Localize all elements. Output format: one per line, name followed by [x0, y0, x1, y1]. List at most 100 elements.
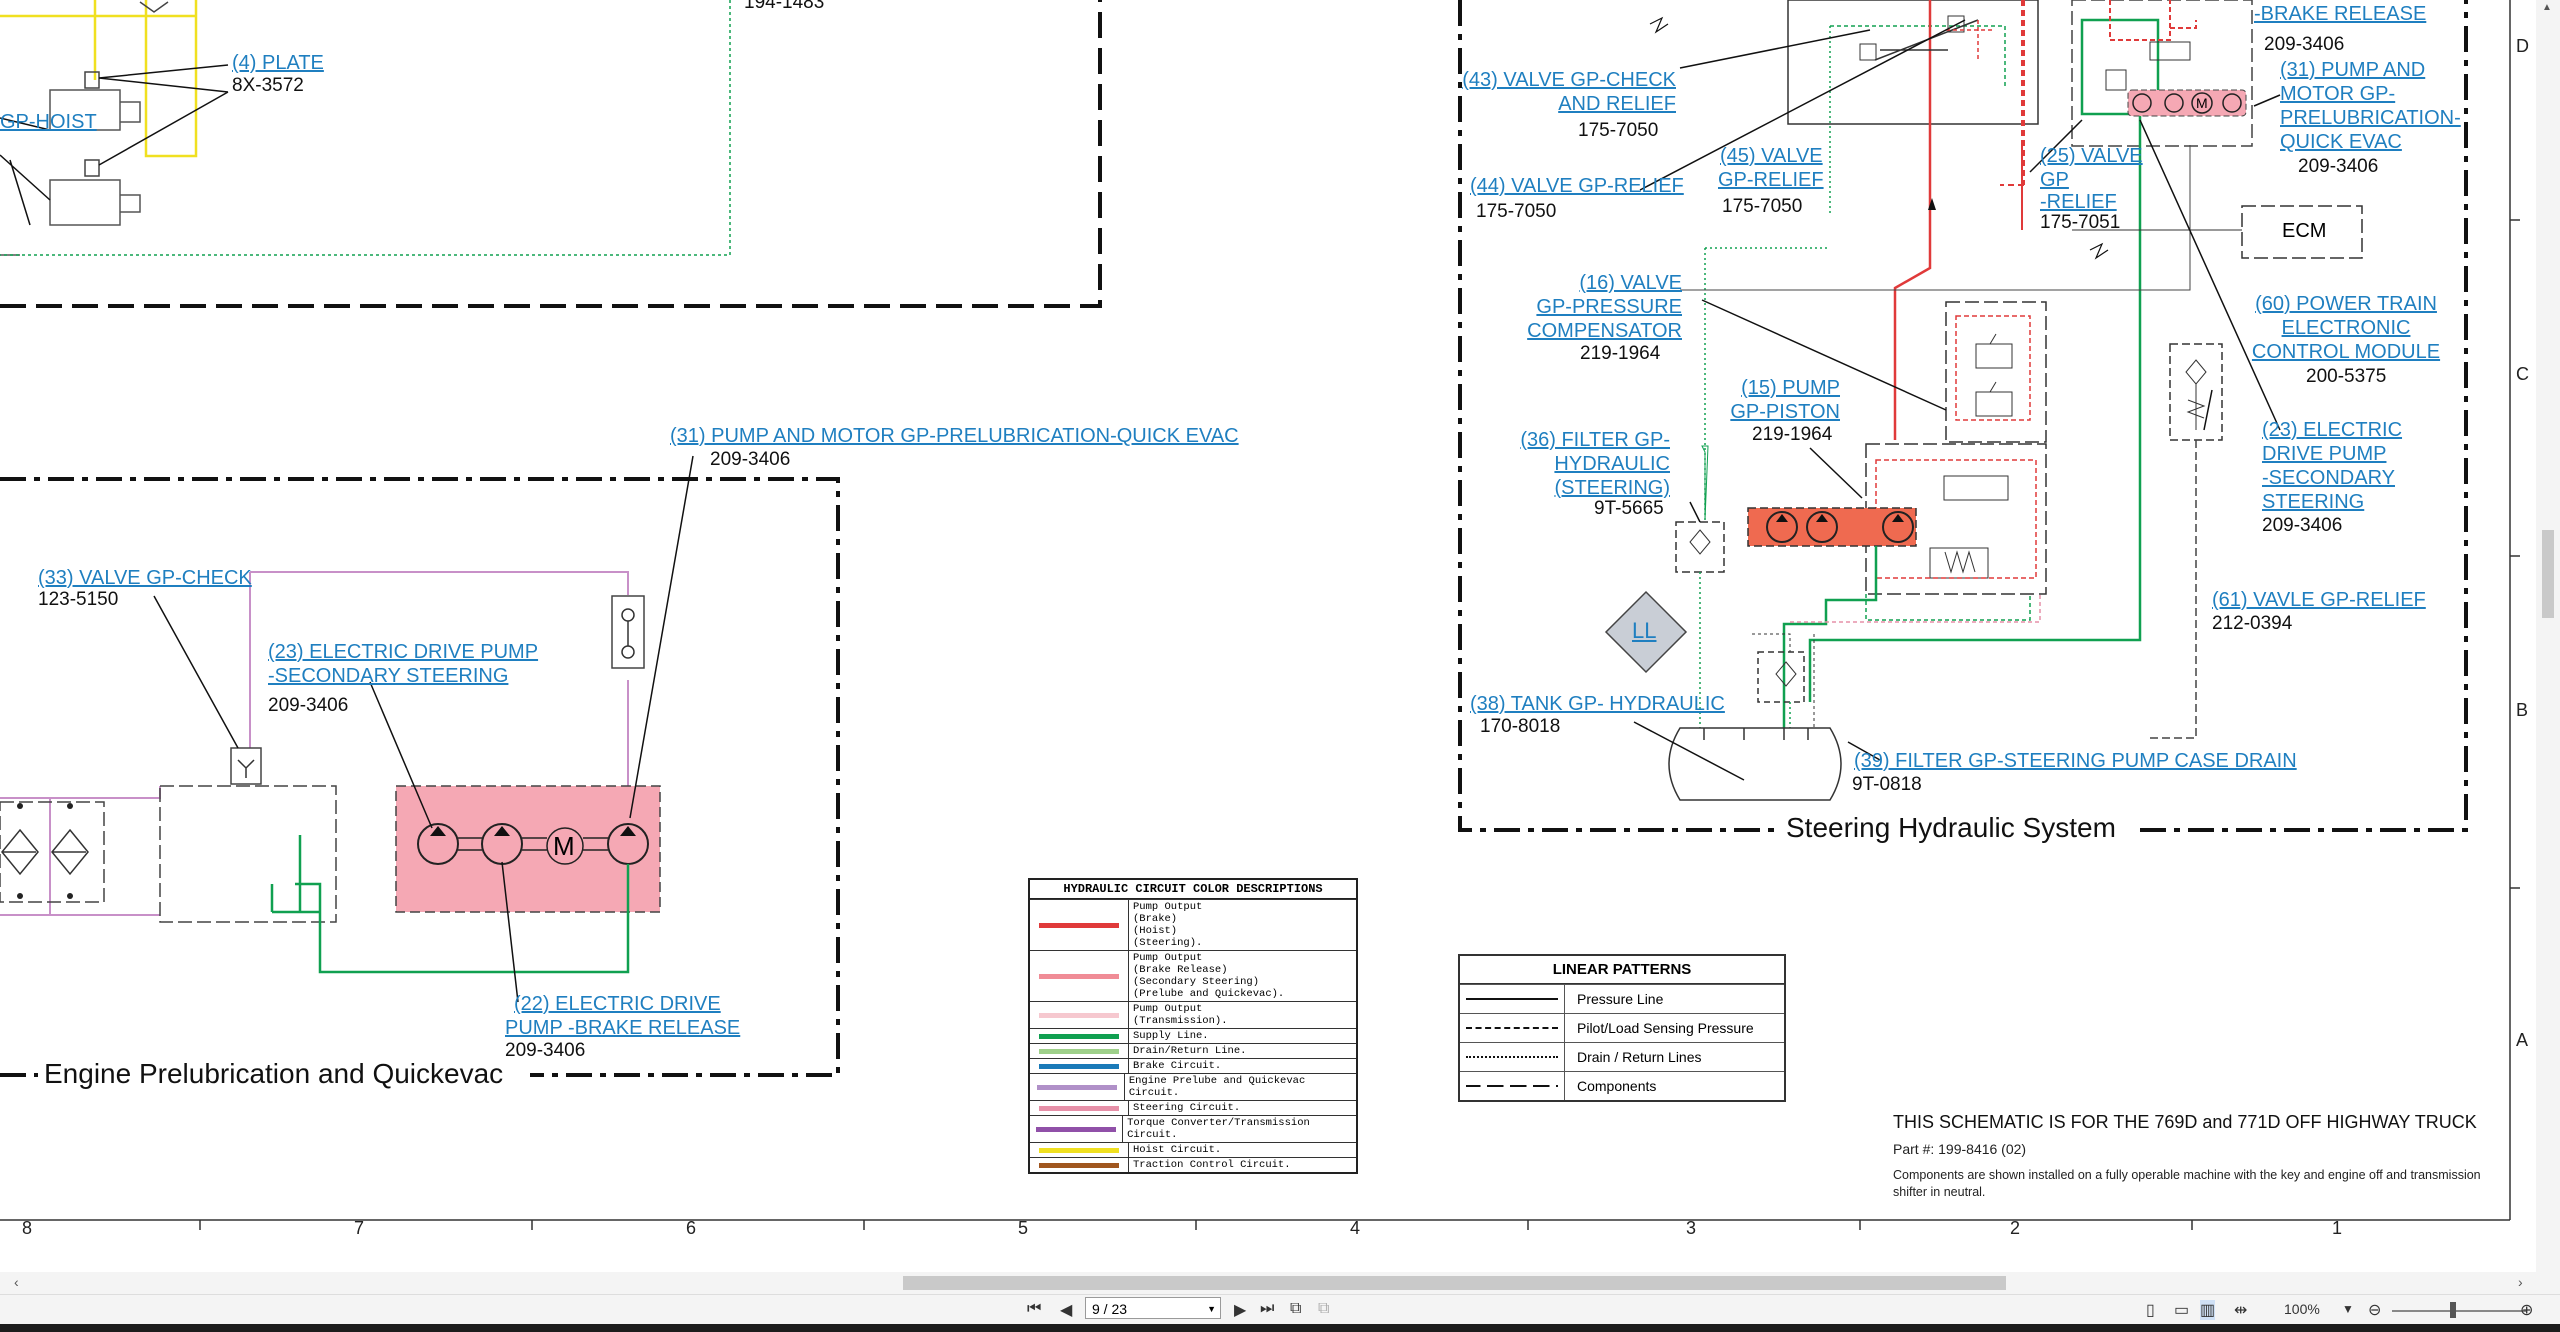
valve-relief-25-link-3[interactable]: -RELIEF — [2040, 190, 2117, 214]
valve-relief-45-link[interactable]: (45) VALVE — [1720, 144, 1823, 168]
zoom-in-icon[interactable]: ⊕ — [2520, 1300, 2533, 1320]
continuous-view-icon[interactable]: ▭ — [2174, 1300, 2189, 1320]
valve-relief-61-link[interactable]: (61) VAVLE GP-RELIEF — [2212, 588, 2426, 612]
edp-secondary-23r-link-4[interactable]: STEERING — [2262, 490, 2364, 514]
color-legend-text: Steering Circuit. — [1133, 1102, 1241, 1114]
edp-secondary-23r-link-2[interactable]: DRIVE PUMP — [2262, 442, 2386, 466]
page-dropdown-icon[interactable]: ▼ — [1207, 1298, 1216, 1320]
pump-piston-15-link-2[interactable]: GP-PISTON — [1700, 400, 1840, 424]
plate-link[interactable]: (4) PLATE — [232, 51, 324, 75]
color-swatch — [1030, 1074, 1125, 1100]
pump-motor-31r-link-3[interactable]: PRELUBRICATION- — [2280, 106, 2461, 130]
edp-secondary-23-pn: 209-3406 — [268, 695, 349, 716]
color-legend-text: Pump Output (Transmission). — [1133, 1003, 1228, 1027]
brake-release-link[interactable]: -BRAKE RELEASE — [2254, 2, 2426, 26]
color-legend-title: HYDRAULIC CIRCUIT COLOR DESCRIPTIONS — [1030, 880, 1356, 899]
valve-relief-25-link-2[interactable]: GP — [2040, 168, 2069, 192]
tank-38-link[interactable]: (38) TANK GP- HYDRAULIC — [1470, 692, 1725, 716]
color-swatch — [1030, 1116, 1124, 1142]
color-legend-row: Hoist Circuit. — [1030, 1142, 1356, 1157]
edp-brake-22-link[interactable]: (22) ELECTRIC DRIVE — [514, 992, 721, 1016]
prev-page-icon[interactable]: ◀ — [1060, 1300, 1072, 1320]
edp-secondary-23r-link-3[interactable]: -SECONDARY — [2262, 466, 2395, 490]
ptecm-60-link[interactable]: (60) POWER TRAIN — [2246, 292, 2446, 316]
valve-relief-45-pn: 175-7050 — [1722, 196, 1803, 217]
edp-secondary-23-link[interactable]: (23) ELECTRIC DRIVE PUMP — [268, 640, 538, 664]
edp-brake-22-link-2[interactable]: PUMP -BRAKE RELEASE — [505, 1016, 740, 1040]
taskbar-strip — [0, 1324, 2560, 1332]
motor-m-label: M — [553, 831, 575, 861]
valve-relief-44-pn: 175-7050 — [1476, 201, 1557, 222]
scroll-left-icon[interactable]: ‹ — [14, 1274, 19, 1290]
pump-motor-quickevac-link[interactable]: (31) PUMP AND MOTOR GP-PRELUBRICATION-QU… — [670, 424, 1239, 448]
color-legend-row: Torque Converter/Transmission Circuit. — [1030, 1115, 1356, 1142]
zoom-level[interactable]: 100% — [2284, 1301, 2320, 1317]
ll-link[interactable]: LL — [1632, 619, 1656, 643]
single-page-view-icon[interactable]: ▯ — [2146, 1300, 2155, 1320]
valve-relief-25-link[interactable]: (25) VALVE — [2040, 144, 2143, 168]
copy-page-icon[interactable]: ⧉ — [1290, 1300, 1301, 1318]
color-legend-text: Hoist Circuit. — [1133, 1144, 1222, 1156]
color-swatch-bar — [1039, 1162, 1119, 1168]
filter-36-link[interactable]: (36) FILTER GP- — [1480, 428, 1670, 452]
color-swatch — [1030, 1158, 1129, 1172]
grid-col-7: 7 — [354, 1218, 365, 1238]
filter-39-link[interactable]: (39) FILTER GP-STEERING PUMP CASE DRAIN — [1854, 749, 2297, 773]
zoom-slider-handle[interactable] — [2450, 1302, 2456, 1318]
color-legend-row: Drain/Return Line. — [1030, 1043, 1356, 1058]
gp-hoist-link[interactable]: GP-HOIST — [0, 110, 97, 134]
pump-motor-quickevac-pn: 209-3406 — [710, 449, 791, 470]
zoom-out-icon[interactable]: ⊖ — [2368, 1300, 2381, 1320]
valve-check-33-link[interactable]: (33) VALVE GP-CHECK — [38, 566, 252, 590]
paste-page-icon[interactable]: ⧉ — [1318, 1300, 1329, 1318]
filter-36-link-2[interactable]: HYDRAULIC — [1480, 452, 1670, 476]
valve-check-relief-43-pn: 175-7050 — [1578, 120, 1659, 141]
last-page-icon[interactable]: ⏭ — [1260, 1300, 1274, 1318]
pump-motor-31r-pn: 209-3406 — [2298, 156, 2379, 177]
zoom-slider[interactable] — [2392, 1310, 2526, 1312]
pump-motor-31r-link-4[interactable]: QUICK EVAC — [2280, 130, 2402, 154]
filter-36-link-3[interactable]: (STEERING) — [1480, 476, 1670, 500]
scroll-right-icon[interactable]: › — [2518, 1274, 2523, 1290]
horizontal-scroll-thumb[interactable] — [903, 1276, 2006, 1290]
note-description: Components are shown installed on a full… — [1893, 1168, 2481, 1199]
valve-check-relief-43-link[interactable]: (43) VALVE GP-CHECK — [1462, 68, 1676, 92]
color-swatch — [1030, 951, 1129, 1001]
color-swatch-bar — [1039, 922, 1119, 928]
grid-col-2: 2 — [2010, 1218, 2021, 1238]
color-legend-text: Traction Control Circuit. — [1133, 1159, 1291, 1171]
schematic-note: THIS SCHEMATIC IS FOR THE 769D and 771D … — [1893, 1112, 2513, 1201]
scroll-up-icon[interactable]: ▲ — [2542, 2, 2552, 13]
fit-width-icon[interactable]: ⇹ — [2234, 1300, 2247, 1320]
color-legend-text: Supply Line. — [1133, 1030, 1209, 1042]
color-legend-row: Engine Prelube and Quickevac Circuit. — [1030, 1073, 1356, 1100]
grid-row-b: B — [2516, 700, 2529, 720]
zoom-dropdown-icon[interactable]: ▼ — [2342, 1302, 2354, 1316]
vertical-scrollbar[interactable]: ▲ — [2536, 0, 2560, 1272]
valve-relief-44-link[interactable]: (44) VALVE GP-RELIEF — [1470, 174, 1684, 198]
page-number-input[interactable]: 9 / 23 ▼ — [1085, 1297, 1221, 1319]
grid-col-6: 6 — [686, 1218, 697, 1238]
color-swatch-bar — [1036, 1084, 1117, 1090]
edp-secondary-23r-link[interactable]: (23) ELECTRIC — [2262, 418, 2402, 442]
valve-check-relief-43-link-2[interactable]: AND RELIEF — [1462, 92, 1676, 116]
valve-relief-45-link-2[interactable]: GP-RELIEF — [1718, 168, 1824, 192]
pressure-comp-16-link-3[interactable]: COMPENSATOR — [1480, 319, 1682, 343]
ptecm-60-pn: 200-5375 — [2306, 366, 2387, 387]
ptecm-60-link-2[interactable]: ELECTRONIC — [2246, 316, 2446, 340]
color-legend-row: Pump Output (Transmission). — [1030, 1001, 1356, 1028]
hydraulic-color-legend: HYDRAULIC CIRCUIT COLOR DESCRIPTIONS Pum… — [1028, 878, 1358, 1174]
next-page-icon[interactable]: ▶ — [1234, 1300, 1246, 1320]
horizontal-scrollbar[interactable]: ‹ › — [0, 1272, 2560, 1294]
edp-secondary-23-link-2[interactable]: -SECONDARY STEERING — [268, 664, 508, 688]
pressure-comp-16-link[interactable]: (16) VALVE — [1480, 271, 1682, 295]
pump-piston-15-link[interactable]: (15) PUMP — [1700, 376, 1840, 400]
ptecm-60-link-3[interactable]: CONTROL MODULE — [2246, 340, 2446, 364]
vertical-scroll-thumb[interactable] — [2542, 530, 2554, 618]
pump-motor-31r-link-2[interactable]: MOTOR GP- — [2280, 82, 2395, 106]
pump-motor-31r-link[interactable]: (31) PUMP AND — [2280, 58, 2425, 82]
pressure-comp-16-link-2[interactable]: GP-PRESSURE — [1480, 295, 1682, 319]
first-page-icon[interactable]: ⏮ — [1027, 1300, 1041, 1318]
color-swatch — [1030, 1059, 1129, 1073]
facing-view-icon[interactable]: ▥ — [2200, 1300, 2216, 1320]
